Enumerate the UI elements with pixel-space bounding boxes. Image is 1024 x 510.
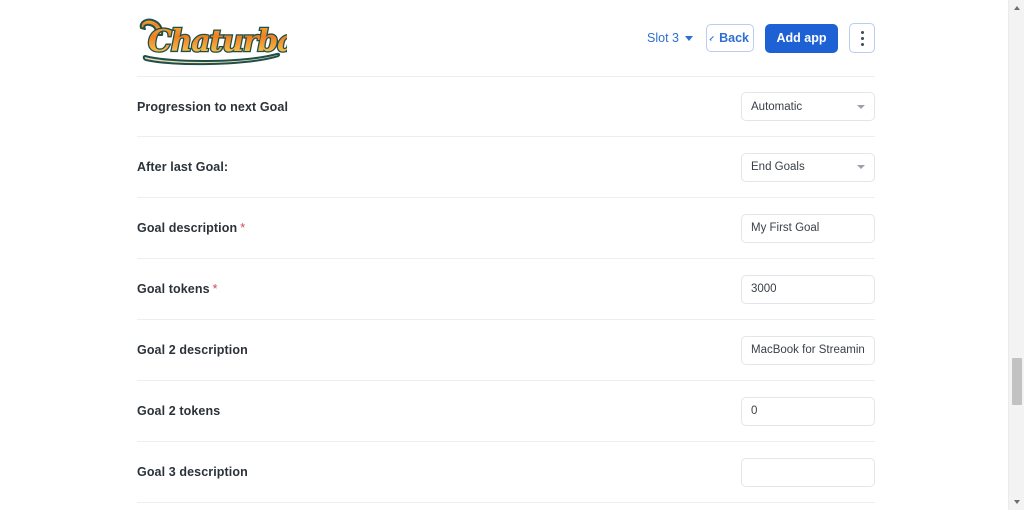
form-row: After last Goal: End Goals	[137, 137, 875, 198]
required-marker: *	[240, 221, 246, 235]
chevron-down-icon	[685, 35, 693, 41]
form-row: Goal description * My First Goal	[137, 198, 875, 259]
content-container: Chaturbate Slot 3 Back Add app	[137, 0, 875, 503]
slot-selector-label: Slot 3	[647, 31, 679, 45]
chevron-left-icon	[709, 35, 715, 41]
add-app-button-label: Add app	[776, 31, 827, 45]
form-row: Goal tokens * 3000	[137, 259, 875, 320]
form-row: Progression to next Goal Automatic	[137, 76, 875, 137]
form-field-value: 3000	[751, 283, 777, 295]
form-row-label-text: Progression to next Goal	[137, 99, 289, 114]
form-row-label-text: Goal 2 description	[137, 343, 248, 357]
form-field-value: My First Goal	[751, 222, 820, 234]
form-field-value: MacBook for Streaming	[751, 344, 865, 356]
form-field-value: Automatic	[751, 100, 803, 113]
back-button-label: Back	[719, 31, 749, 45]
header-actions: Slot 3 Back Add app	[645, 23, 875, 53]
add-app-button[interactable]: Add app	[765, 23, 838, 53]
page-content: Chaturbate Slot 3 Back Add app	[0, 0, 1008, 510]
form-row-label-text: After last Goal:	[137, 160, 229, 174]
form-row-label-text: Goal 2 tokens	[137, 404, 221, 418]
more-options-button[interactable]	[849, 23, 875, 53]
scroll-up-button[interactable]	[1009, 0, 1024, 16]
form-row-label: Goal 2 tokens	[137, 404, 220, 418]
slot-selector[interactable]: Slot 3	[645, 28, 695, 48]
form-row-label-text: Goal tokens	[137, 282, 210, 296]
form-row: Goal 2 tokens 0	[137, 381, 875, 442]
form-row: Goal 3 description	[137, 442, 875, 503]
form-row-label: Goal description *	[137, 221, 245, 235]
form-row-label-text: Goal description	[137, 221, 238, 235]
svg-text:Chaturbate: Chaturbate	[148, 24, 287, 59]
form-text-input[interactable]: MacBook for Streaming	[741, 335, 875, 365]
arrow-down-icon	[1014, 500, 1020, 504]
arrow-up-icon	[1014, 6, 1020, 10]
form-row: Goal 2 description MacBook for Streaming	[137, 320, 875, 381]
form-row-label: After last Goal:	[137, 160, 228, 174]
form-text-input[interactable]	[741, 457, 875, 487]
form-select[interactable]: Automatic	[741, 92, 875, 121]
more-vertical-icon	[860, 30, 864, 34]
form-text-input[interactable]: 3000	[741, 274, 875, 304]
chaturbate-logo[interactable]: Chaturbate	[137, 10, 287, 66]
browser-viewport: Chaturbate Slot 3 Back Add app	[0, 0, 1024, 510]
form-select[interactable]: End Goals	[741, 152, 875, 182]
required-marker: *	[212, 282, 218, 296]
form-text-input[interactable]: My First Goal	[741, 213, 875, 243]
form-field-value: 0	[751, 405, 758, 417]
form-row-label: Progression to next Goal	[137, 100, 288, 114]
form-row-label: Goal 3 description	[137, 465, 248, 479]
back-button[interactable]: Back	[706, 24, 754, 52]
scroll-down-button[interactable]	[1009, 494, 1024, 510]
chevron-down-icon	[857, 104, 865, 109]
page-header: Chaturbate Slot 3 Back Add app	[137, 0, 875, 76]
form-field-value: End Goals	[751, 161, 805, 173]
settings-form: Progression to next Goal Automatic After l…	[137, 76, 875, 503]
form-row-label-text: Goal 3 description	[137, 465, 248, 479]
more-vertical-icon-dot	[860, 36, 864, 40]
page-scrollbar[interactable]	[1008, 0, 1024, 510]
more-vertical-icon-dot	[860, 42, 864, 46]
form-row-label: Goal tokens *	[137, 282, 218, 296]
chevron-down-icon	[857, 165, 865, 169]
form-text-input[interactable]: 0	[741, 396, 875, 426]
form-row-label: Goal 2 description	[137, 343, 248, 357]
scrollbar-thumb[interactable]	[1012, 358, 1022, 405]
